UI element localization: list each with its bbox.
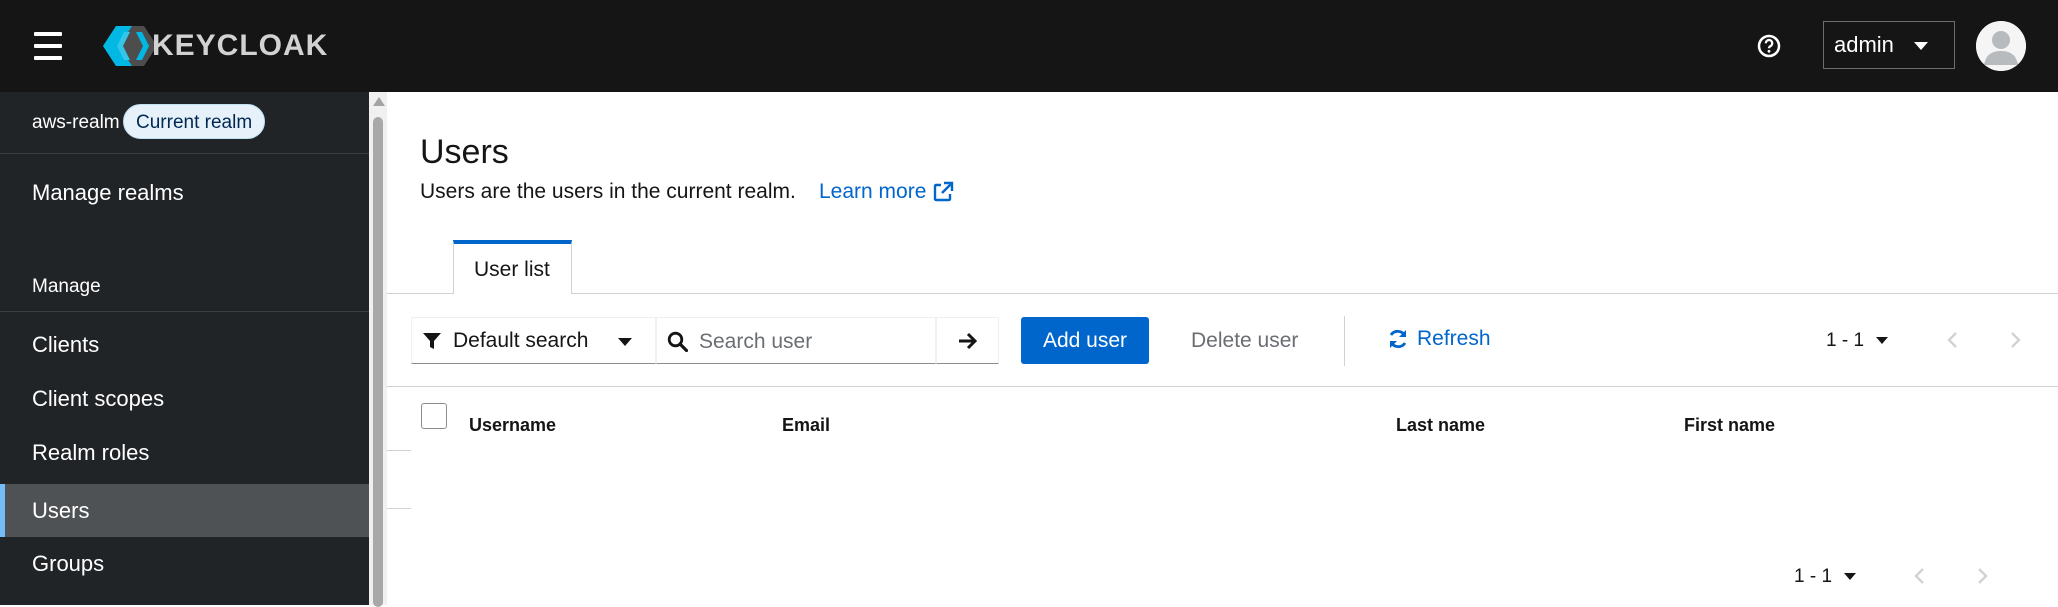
delete-user-button[interactable]: Delete user xyxy=(1191,329,1298,353)
refresh-button[interactable]: Refresh xyxy=(1387,327,1491,351)
tab-label: User list xyxy=(474,258,550,281)
user-avatar-icon[interactable] xyxy=(1976,21,2026,71)
toolbar-separator xyxy=(1344,316,1345,366)
sidebar-item-users[interactable]: Users xyxy=(0,484,369,537)
search-field[interactable] xyxy=(656,317,936,364)
arrow-right-icon xyxy=(959,332,978,350)
pagination-options-toggle[interactable]: 1 - 1 xyxy=(1826,330,1889,352)
sidebar-item-realm-roles[interactable]: Realm roles xyxy=(0,426,369,479)
keycloak-logo[interactable]: KEYCLOAK xyxy=(102,24,328,68)
sidebar-item-label: Realm roles xyxy=(32,440,150,465)
search-input[interactable] xyxy=(697,326,931,358)
caret-down-icon xyxy=(1844,573,1857,581)
row-divider xyxy=(387,508,411,509)
manage-realms-link[interactable]: Manage realms xyxy=(32,180,184,206)
learn-more-link[interactable]: Learn more xyxy=(819,180,954,204)
user-menu-toggle[interactable]: admin xyxy=(1823,21,1955,69)
nav-section-manage: Manage xyxy=(32,276,101,297)
brand-name: KEYCLOAK xyxy=(152,29,329,62)
realm-name: aws-realm xyxy=(32,112,120,133)
add-user-button[interactable]: Add user xyxy=(1021,317,1149,364)
realm-selector[interactable]: aws-realm Current realm xyxy=(0,92,369,154)
sidebar-item-clients[interactable]: Clients xyxy=(0,318,369,371)
sidebar-item-label: Groups xyxy=(32,551,105,576)
next-page-icon[interactable] xyxy=(1972,566,1992,586)
next-page-icon[interactable] xyxy=(2005,330,2025,350)
refresh-label: Refresh xyxy=(1417,327,1491,350)
pagination-range: 1 - 1 xyxy=(1826,330,1865,351)
select-all-checkbox[interactable] xyxy=(421,403,447,429)
bottom-pagination-options-toggle[interactable]: 1 - 1 xyxy=(1794,566,1857,588)
previous-page-icon[interactable] xyxy=(1910,566,1930,586)
current-realm-badge: Current realm xyxy=(123,104,266,139)
divider xyxy=(0,311,369,312)
search-submit-button[interactable] xyxy=(936,317,999,364)
sidebar-item-groups[interactable]: Groups xyxy=(0,537,369,590)
question-circle-icon[interactable] xyxy=(1756,33,1782,59)
search-type-label: Default search xyxy=(453,329,589,352)
page-title: Users xyxy=(420,133,509,171)
previous-page-icon[interactable] xyxy=(1943,330,1963,350)
sync-icon xyxy=(1389,329,1407,349)
hamburger-icon[interactable] xyxy=(30,28,66,64)
scrollbar-thumb[interactable] xyxy=(373,117,383,607)
sidebar-item-label: Clients xyxy=(32,332,100,357)
caret-down-icon xyxy=(618,338,632,346)
sidebar: aws-realm Current realm Manage realms Ma… xyxy=(0,92,369,605)
column-header-username[interactable]: Username xyxy=(469,415,556,436)
column-header-first-name[interactable]: First name xyxy=(1684,415,1775,436)
column-header-last-name[interactable]: Last name xyxy=(1396,415,1485,436)
filter-icon xyxy=(423,333,441,349)
masthead: KEYCLOAK admin xyxy=(0,0,2058,92)
tab-user-list[interactable]: User list xyxy=(453,240,572,294)
column-header-email[interactable]: Email xyxy=(782,415,830,436)
search-icon xyxy=(667,331,688,352)
sidebar-item-label: Client scopes xyxy=(32,386,165,411)
keycloak-logo-icon xyxy=(103,26,157,66)
page-description: Users are the users in the current realm… xyxy=(420,180,796,203)
search-type-dropdown[interactable]: Default search xyxy=(411,317,656,364)
caret-down-icon xyxy=(1876,337,1889,345)
sidebar-item-client-scopes[interactable]: Client scopes xyxy=(0,372,369,425)
external-link-icon xyxy=(934,181,954,202)
scroll-up-arrow-icon[interactable] xyxy=(373,97,385,106)
sidebar-item-label: Users xyxy=(32,498,90,523)
sidebar-scrollbar[interactable] xyxy=(369,92,387,607)
username-label: admin xyxy=(1834,32,1894,57)
row-divider xyxy=(387,450,411,451)
caret-down-icon xyxy=(1914,42,1928,50)
pagination-range: 1 - 1 xyxy=(1794,566,1833,587)
learn-more-label: Learn more xyxy=(819,180,927,203)
